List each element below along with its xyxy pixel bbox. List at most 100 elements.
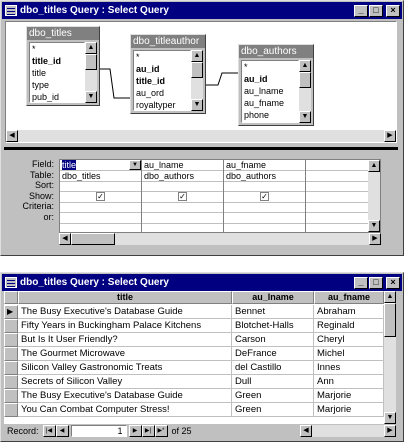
cell-title[interactable]: The Gourmet Microwave bbox=[18, 347, 232, 361]
table-pane-hscrollbar[interactable]: ◀ ▶ bbox=[6, 130, 396, 142]
datasheet-grid[interactable]: title au_lname au_fname ▶ The Busy Execu… bbox=[4, 291, 396, 424]
scroll-right-icon[interactable]: ▶ bbox=[384, 425, 396, 437]
table-row[interactable]: Secrets of Silicon Valley Dull Ann bbox=[4, 375, 384, 389]
table-row[interactable]: Fifty Years in Buckingham Palace Kitchen… bbox=[4, 319, 384, 333]
grid-vscrollbar[interactable]: ▲ ▼ bbox=[368, 160, 380, 232]
record-number-input[interactable]: 1 bbox=[70, 425, 127, 437]
current-record-icon: ▶ bbox=[7, 307, 14, 316]
show-checkbox[interactable]: ✓ bbox=[260, 192, 269, 201]
datasheet-titlebar[interactable]: dbo_titles Query : Select Query _ □ × bbox=[2, 274, 402, 291]
cell-title[interactable]: But Is It User Friendly? bbox=[18, 333, 232, 347]
cell-au-lname[interactable]: Green bbox=[232, 389, 314, 403]
record-selector[interactable] bbox=[4, 389, 18, 403]
grid-hscrollbar[interactable]: ◀ ▶ bbox=[59, 233, 381, 245]
cell-title[interactable]: Silicon Valley Gastronomic Treats bbox=[18, 361, 232, 375]
record-selector[interactable] bbox=[4, 375, 18, 389]
scroll-up-icon[interactable]: ▲ bbox=[368, 160, 380, 172]
cell-au-lname[interactable]: DeFrance bbox=[232, 347, 314, 361]
scroll-down-icon[interactable]: ▼ bbox=[368, 220, 380, 232]
table-row[interactable]: ▶ The Busy Executive's Database Guide Be… bbox=[4, 305, 384, 319]
query-design-title: dbo_titles Query : Select Query bbox=[20, 5, 169, 16]
table-row[interactable]: The Gourmet Microwave DeFrance Michel bbox=[4, 347, 384, 361]
close-icon[interactable]: × bbox=[386, 276, 400, 289]
cell-au-fname[interactable]: Reginald bbox=[314, 319, 384, 333]
cell-au-fname[interactable]: Abraham bbox=[314, 305, 384, 319]
record-selector[interactable] bbox=[4, 347, 18, 361]
scroll-right-icon[interactable]: ▶ bbox=[384, 130, 396, 142]
cell-au-lname[interactable]: Blotchet-Halls bbox=[232, 319, 314, 333]
maximize-icon[interactable]: □ bbox=[369, 276, 383, 289]
query-icon bbox=[5, 5, 17, 16]
cell-au-fname[interactable]: Cheryl bbox=[314, 333, 384, 347]
first-record-icon[interactable]: |◀ bbox=[42, 425, 56, 437]
scroll-left-icon[interactable]: ◀ bbox=[300, 425, 312, 437]
scroll-right-icon[interactable]: ▶ bbox=[369, 233, 381, 245]
cell-au-fname[interactable]: Ann bbox=[314, 375, 384, 389]
scroll-up-icon[interactable]: ▲ bbox=[384, 291, 396, 303]
row-label-sort: Sort: bbox=[34, 180, 54, 190]
column-header-au-lname[interactable]: au_lname bbox=[232, 291, 314, 304]
record-selector[interactable] bbox=[4, 333, 18, 347]
cell-title[interactable]: You Can Combat Computer Stress! bbox=[18, 403, 232, 417]
design-grid[interactable]: title ▼ dbo_titles ✓ au_lname dbo_author… bbox=[59, 159, 381, 233]
row-label-field: Field: bbox=[31, 159, 54, 169]
table-pane[interactable]: dbo_titles * title_id title type pub_id … bbox=[5, 21, 397, 143]
cell-au-fname[interactable]: Michel bbox=[314, 347, 384, 361]
select-all-corner[interactable] bbox=[4, 291, 18, 304]
cell-au-lname[interactable]: Dull bbox=[232, 375, 314, 389]
cell-title[interactable]: Secrets of Silicon Valley bbox=[18, 375, 232, 389]
cell-title[interactable]: Fifty Years in Buckingham Palace Kitchen… bbox=[18, 319, 232, 333]
cell-au-lname[interactable]: Green bbox=[232, 403, 314, 417]
cell-au-fname[interactable]: Marjorie bbox=[314, 389, 384, 403]
record-label: Record: bbox=[7, 426, 39, 436]
column-header-au-fname[interactable]: au_fname bbox=[314, 291, 384, 304]
minimize-icon[interactable]: _ bbox=[354, 276, 368, 289]
table-row[interactable]: Silicon Valley Gastronomic Treats del Ca… bbox=[4, 361, 384, 375]
cell-title[interactable]: The Busy Executive's Database Guide bbox=[18, 389, 232, 403]
show-checkbox[interactable]: ✓ bbox=[178, 192, 187, 201]
record-selector[interactable] bbox=[4, 361, 18, 375]
grid-field-cell[interactable]: au_fname bbox=[224, 160, 306, 170]
scroll-left-icon[interactable]: ◀ bbox=[6, 130, 18, 142]
grid-field-cell[interactable]: au_lname bbox=[142, 160, 224, 170]
datasheet-icon bbox=[5, 277, 17, 288]
maximize-icon[interactable]: □ bbox=[369, 4, 383, 17]
table-row[interactable]: But Is It User Friendly? Carson Cheryl bbox=[4, 333, 384, 347]
minimize-icon[interactable]: _ bbox=[354, 4, 368, 17]
table-row[interactable]: The Busy Executive's Database Guide Gree… bbox=[4, 389, 384, 403]
column-header-title[interactable]: title bbox=[18, 291, 232, 304]
record-selector[interactable] bbox=[4, 319, 18, 333]
datasheet-hscrollbar[interactable]: ◀ ▶ bbox=[300, 425, 396, 437]
cell-au-fname[interactable]: Innes bbox=[314, 361, 384, 375]
cell-au-lname[interactable]: Carson bbox=[232, 333, 314, 347]
grid-table-cell[interactable]: dbo_titles bbox=[60, 171, 142, 181]
cell-au-lname[interactable]: del Castillo bbox=[232, 361, 314, 375]
pane-splitter[interactable] bbox=[4, 147, 398, 150]
table-row[interactable]: You Can Combat Computer Stress! Green Ma… bbox=[4, 403, 384, 417]
close-icon[interactable]: × bbox=[386, 4, 400, 17]
scroll-thumb[interactable] bbox=[384, 303, 396, 337]
datasheet-vscrollbar[interactable]: ▲ ▼ bbox=[384, 291, 396, 424]
design-grid-pane: Field: Table: Sort: Show: Criteria: or: … bbox=[5, 153, 397, 253]
next-record-icon[interactable]: ▶ bbox=[128, 425, 142, 437]
record-selector[interactable] bbox=[4, 403, 18, 417]
cell-au-lname[interactable]: Bennet bbox=[232, 305, 314, 319]
cell-title[interactable]: The Busy Executive's Database Guide bbox=[18, 305, 232, 319]
scroll-left-icon[interactable]: ◀ bbox=[59, 233, 71, 245]
grid-row-labels: Field: Table: Sort: Show: Criteria: or: bbox=[5, 159, 57, 222]
scroll-down-icon[interactable]: ▼ bbox=[384, 412, 396, 424]
last-record-icon[interactable]: ▶| bbox=[141, 425, 155, 437]
query-design-titlebar[interactable]: dbo_titles Query : Select Query _ □ × bbox=[2, 2, 402, 19]
cell-au-fname[interactable]: Marjorie bbox=[314, 403, 384, 417]
record-navigation-bar: Record: |◀ ◀ 1 ▶ ▶| ▶* of 25 bbox=[4, 424, 300, 438]
field-dropdown-button[interactable]: ▼ bbox=[129, 160, 141, 170]
scroll-thumb[interactable] bbox=[71, 233, 115, 245]
grid-table-cell[interactable]: dbo_authors bbox=[224, 171, 306, 181]
record-selector[interactable]: ▶ bbox=[4, 305, 18, 319]
join-line-au-id bbox=[206, 72, 238, 86]
query-design-window: dbo_titles Query : Select Query _ □ × db… bbox=[0, 0, 404, 256]
previous-record-icon[interactable]: ◀ bbox=[55, 425, 69, 437]
new-record-icon[interactable]: ▶* bbox=[154, 425, 168, 437]
show-checkbox[interactable]: ✓ bbox=[96, 192, 105, 201]
grid-table-cell[interactable]: dbo_authors bbox=[142, 171, 224, 181]
